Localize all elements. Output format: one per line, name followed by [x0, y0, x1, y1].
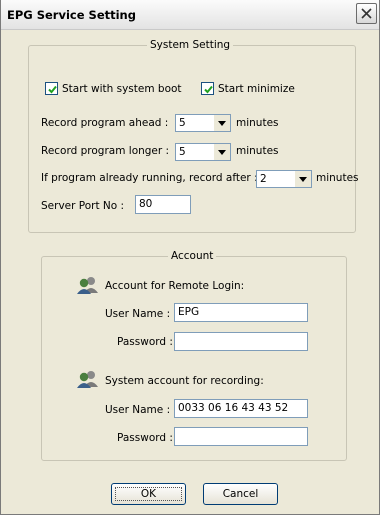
server-port-value: 80	[139, 198, 153, 210]
system-username-value: 0033 06 16 43 43 52	[178, 402, 289, 414]
record-ahead-select[interactable]: 5	[175, 114, 231, 132]
users-icon	[77, 277, 98, 294]
focus-rect	[115, 487, 182, 501]
start-minimize-checkbox[interactable]	[201, 82, 214, 95]
record-longer-unit: minutes	[236, 145, 279, 157]
record-longer-label: Record program longer :	[41, 145, 170, 157]
window-title: EPG Service Setting	[7, 8, 136, 22]
record-longer-select[interactable]: 5	[175, 143, 231, 161]
close-button[interactable]	[356, 3, 377, 24]
start-with-system-boot-checkbox[interactable]	[45, 82, 58, 95]
checkmark-icon	[204, 85, 213, 94]
ok-button[interactable]: OK	[111, 483, 186, 505]
system-username-input[interactable]: 0033 06 16 43 43 52	[174, 399, 308, 418]
chevron-down-icon[interactable]	[214, 115, 230, 131]
system-setting-legend: System Setting	[147, 39, 234, 51]
start-with-system-boot-label: Start with system boot	[62, 83, 182, 95]
server-port-label: Server Port No :	[41, 200, 125, 212]
remote-username-label: User Name :	[105, 308, 171, 320]
record-ahead-unit: minutes	[236, 117, 279, 129]
checkmark-icon	[48, 85, 57, 94]
remote-password-input[interactable]	[174, 332, 308, 351]
cancel-button[interactable]: Cancel	[203, 483, 278, 505]
record-longer-value: 5	[179, 146, 186, 158]
system-password-input[interactable]	[174, 427, 308, 446]
remote-username-value: EPG	[178, 306, 200, 318]
title-bar[interactable]: EPG Service Setting	[1, 0, 379, 30]
remote-login-heading: Account for Remote Login:	[105, 280, 245, 292]
remote-password-label: Password :	[117, 336, 173, 348]
record-ahead-label: Record program ahead :	[41, 117, 169, 129]
running-after-select[interactable]: 2	[256, 170, 312, 188]
users-icon	[77, 371, 98, 388]
chevron-down-icon[interactable]	[295, 171, 311, 187]
remote-username-input[interactable]: EPG	[174, 303, 308, 322]
chevron-down-icon[interactable]	[214, 144, 230, 160]
running-after-value: 2	[260, 173, 267, 185]
system-username-label: User Name :	[105, 404, 171, 416]
system-recording-heading: System account for recording:	[105, 375, 264, 387]
close-icon	[361, 8, 372, 19]
cancel-button-label: Cancel	[222, 488, 259, 500]
running-after-label: If program already running, record after…	[41, 172, 258, 184]
server-port-input[interactable]: 80	[135, 195, 191, 214]
account-legend: Account	[168, 250, 217, 262]
running-after-unit: minutes	[316, 172, 359, 184]
record-ahead-value: 5	[179, 117, 186, 129]
epg-service-setting-dialog: EPG Service Setting System Setting Start…	[0, 0, 380, 515]
system-password-label: Password :	[117, 432, 173, 444]
start-minimize-label: Start minimize	[218, 83, 295, 95]
